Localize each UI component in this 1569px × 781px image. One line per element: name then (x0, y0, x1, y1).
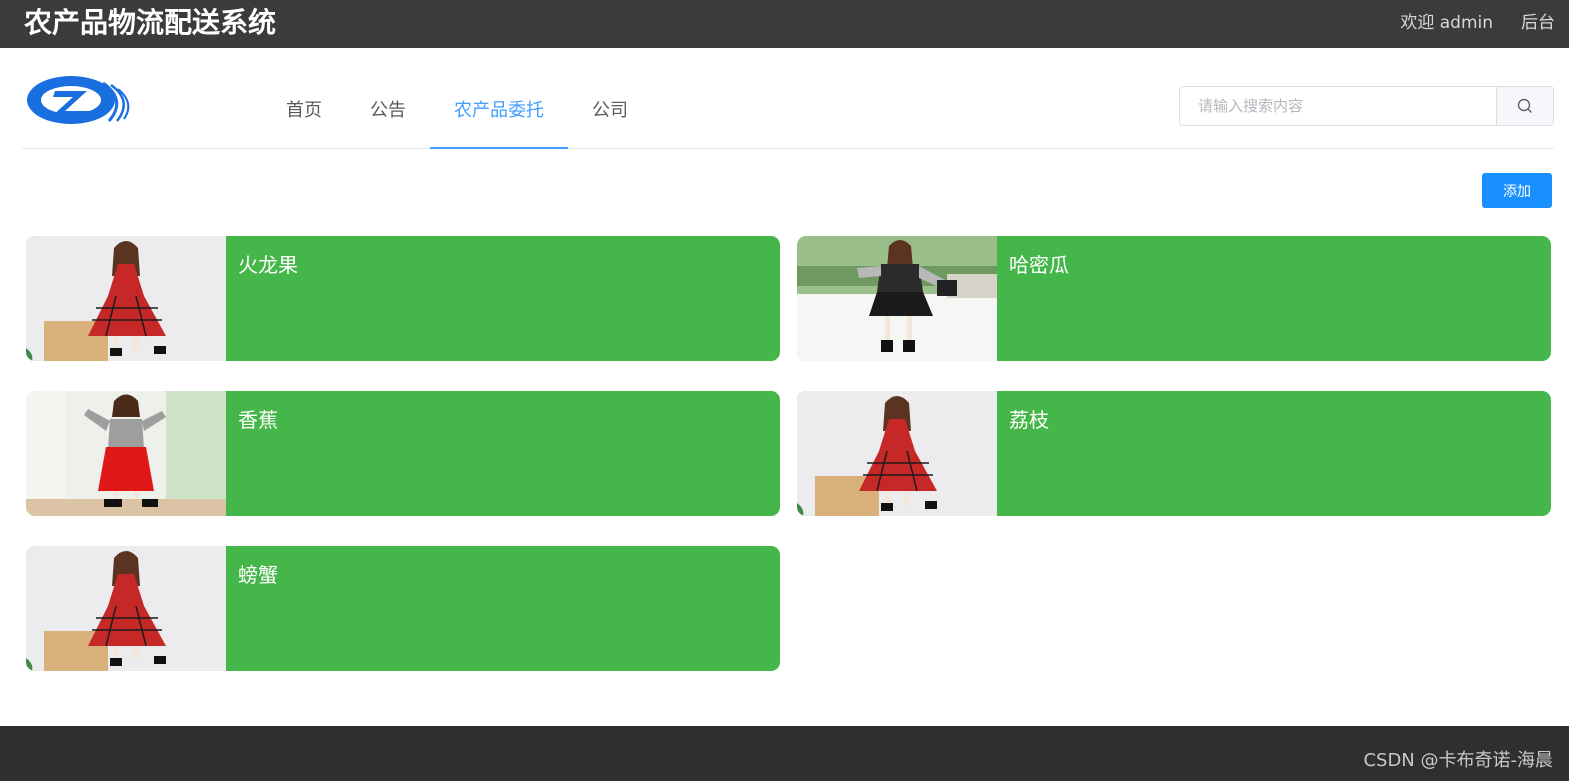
welcome-text: 欢迎 admin (1400, 13, 1493, 33)
nav-item-label: 农产品委托 (454, 100, 544, 121)
product-card[interactable]: 螃蟹 (26, 546, 780, 671)
nav-item-product-consignment[interactable]: 农产品委托 (430, 48, 568, 149)
nav-item-label: 公告 (370, 100, 406, 121)
footer-watermark: CSDN @卡布奇诺-海晨 (1363, 750, 1553, 771)
header: 首页 公告 农产品委托 公司 (22, 48, 1554, 149)
nav-item-announcements[interactable]: 公告 (346, 48, 430, 148)
main-nav: 首页 公告 农产品委托 公司 (262, 48, 652, 149)
product-card[interactable]: 哈密瓜 (797, 236, 1551, 361)
search-icon (1517, 98, 1532, 113)
logo[interactable] (25, 73, 133, 127)
product-image (797, 391, 997, 516)
product-card[interactable]: 火龙果 (26, 236, 780, 361)
product-card[interactable]: 荔枝 (797, 391, 1551, 516)
product-name: 火龙果 (238, 253, 298, 277)
footer: CSDN @卡布奇诺-海晨 (0, 726, 1569, 781)
nav-item-label: 公司 (592, 100, 628, 121)
app-title: 农产品物流配送系统 (24, 6, 277, 39)
product-name: 螃蟹 (238, 563, 278, 587)
product-name: 香蕉 (238, 408, 278, 432)
search-box (1179, 86, 1554, 126)
product-image (26, 236, 226, 361)
backend-link[interactable]: 后台 (1521, 12, 1555, 34)
search-button[interactable] (1496, 87, 1553, 125)
product-image (26, 391, 226, 516)
product-card[interactable]: 香蕉 (26, 391, 780, 516)
nav-item-company[interactable]: 公司 (568, 48, 652, 148)
product-name: 荔枝 (1009, 408, 1049, 432)
product-image (26, 546, 226, 671)
top-bar: 农产品物流配送系统 欢迎 admin 后台 (0, 0, 1569, 48)
nav-item-label: 首页 (286, 100, 322, 121)
nav-item-home[interactable]: 首页 (262, 48, 346, 148)
product-name: 哈密瓜 (1009, 253, 1069, 277)
search-input[interactable] (1180, 87, 1496, 125)
product-image (797, 236, 997, 361)
add-button[interactable]: 添加 (1482, 173, 1552, 208)
